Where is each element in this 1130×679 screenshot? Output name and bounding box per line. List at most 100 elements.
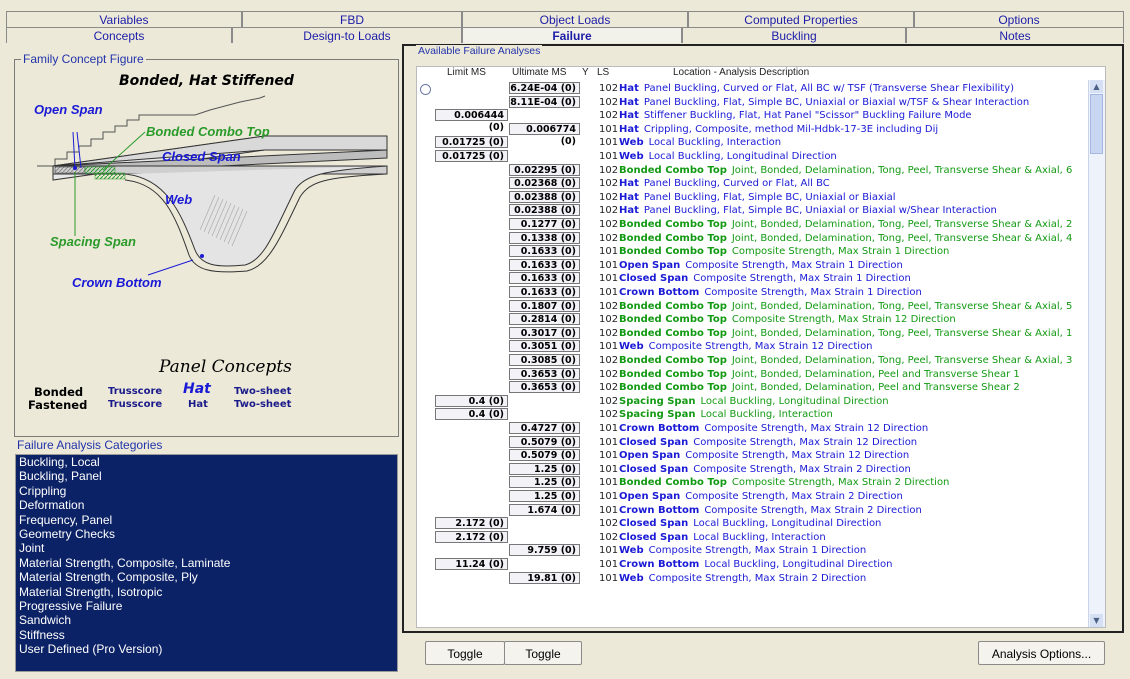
category-item[interactable]: Material Strength, Composite, Laminate [16, 556, 397, 570]
concept-fastened[interactable]: Fastened [28, 398, 87, 412]
table-row[interactable]: 9.759 (0) 101 Web Composite Strength, Max S… [417, 544, 1087, 558]
ultimate-ms-cell[interactable]: 8.11E-04 (0) [509, 95, 580, 108]
toggle-ultimate-button[interactable]: Toggle [504, 641, 582, 665]
table-row[interactable]: 0.1633 (0) 101 Closed Span Composite Streng… [417, 272, 1087, 286]
ultimate-ms-cell[interactable]: 6.24E-04 (0) [509, 82, 580, 94]
category-item[interactable]: Frequency, Panel [16, 513, 397, 527]
table-row[interactable]: 0.006444 (0) 102 Hat Stiffener Buckling, Fl… [417, 109, 1087, 133]
table-row[interactable]: 0.02388 (0) 102 Hat Panel Buckling, Flat, S… [417, 204, 1087, 218]
table-row[interactable]: 0.1807 (0) 102 Bonded Combo Top Joint, Bond… [417, 299, 1087, 314]
header-ls[interactable]: LS [597, 67, 609, 80]
table-row[interactable]: 0.1633 (0) 101 Open Span Composite Strength… [417, 258, 1087, 273]
tab-variables[interactable]: Variables [6, 11, 242, 27]
ultimate-ms-cell[interactable]: 0.02368 (0) [509, 177, 580, 190]
category-item[interactable]: Material Strength, Composite, Ply [16, 570, 397, 584]
toggle-limit-button[interactable]: Toggle [425, 641, 505, 665]
table-row[interactable]: 0.006774 (0) 101 Hat Crippling, Composite, … [417, 122, 1087, 147]
ultimate-ms-cell[interactable]: 0.3653 (0) [509, 367, 580, 380]
limit-ms-cell[interactable]: 0.4 (0) [435, 394, 508, 407]
concept-fastened-trusscore[interactable]: Trusscore [108, 399, 162, 410]
category-item[interactable]: Buckling, Panel [16, 469, 397, 483]
header-limit-ms[interactable]: Limit MS [447, 67, 486, 80]
category-item[interactable]: User Defined (Pro Version) [16, 642, 397, 656]
ultimate-ms-cell[interactable]: 0.006774 (0) [509, 122, 580, 147]
table-row[interactable]: 0.2814 (0) 102 Bonded Combo Top Composite S… [417, 313, 1087, 327]
limit-ms-cell[interactable]: 0.4 (0) [435, 408, 508, 421]
header-ultimate-ms[interactable]: Ultimate MS [512, 67, 566, 80]
table-row[interactable]: 0.1633 (0) 101 Bonded Combo Top Composite S… [417, 245, 1087, 259]
ultimate-ms-cell[interactable]: 0.1633 (0) [509, 258, 580, 271]
table-row[interactable]: 0.02368 (0) 102 Hat Panel Buckling, Curved … [417, 177, 1087, 191]
concept-fastened-two-sheet[interactable]: Two-sheet [234, 399, 291, 410]
ultimate-ms-cell[interactable]: 0.3085 (0) [509, 354, 580, 366]
tab-object-loads[interactable]: Object Loads [462, 11, 688, 27]
table-row[interactable]: 0.4 (0) 102 Spacing Span Local Buckling, In… [417, 408, 1087, 422]
table-row[interactable]: 0.3017 (0) 102 Bonded Combo Top Joint, Bond… [417, 326, 1087, 341]
category-item[interactable]: Sandwich [16, 613, 397, 627]
ultimate-ms-cell[interactable]: 9.759 (0) [509, 544, 580, 557]
ultimate-ms-cell[interactable]: 0.02295 (0) [509, 163, 580, 176]
table-row[interactable]: 0.3085 (0) 102 Bonded Combo Top Joint, Bond… [417, 354, 1087, 368]
ultimate-ms-cell[interactable]: 0.3653 (0) [509, 381, 580, 394]
ultimate-ms-cell[interactable]: 0.1633 (0) [509, 245, 580, 258]
ultimate-ms-cell[interactable]: 0.3051 (0) [509, 340, 580, 353]
table-row[interactable]: 0.1277 (0) 102 Bonded Combo Top Joint, Bond… [417, 218, 1087, 232]
tab-fbd[interactable]: FBD [242, 11, 462, 27]
ultimate-ms-cell[interactable]: 0.5079 (0) [509, 435, 580, 448]
table-row[interactable]: 8.11E-04 (0) 102 Hat Panel Buckling, Flat, … [417, 95, 1087, 110]
category-item[interactable]: Geometry Checks [16, 527, 397, 541]
ultimate-ms-cell[interactable]: 1.25 (0) [509, 490, 580, 502]
ultimate-ms-cell[interactable]: 0.1633 (0) [509, 272, 580, 285]
tab-concepts[interactable]: Concepts [6, 27, 232, 43]
ultimate-ms-cell[interactable]: 0.1807 (0) [509, 299, 580, 312]
ultimate-ms-cell[interactable]: 1.25 (0) [509, 462, 580, 475]
table-row[interactable]: 0.3653 (0) 102 Bonded Combo Top Joint, Bond… [417, 367, 1087, 382]
table-row[interactable]: 6.24E-04 (0) 102 Hat Panel Buckling, Curved… [417, 82, 1087, 96]
scroll-thumb[interactable] [1090, 94, 1103, 154]
ultimate-ms-cell[interactable]: 19.81 (0) [509, 571, 580, 584]
category-item[interactable]: Material Strength, Isotropic [16, 585, 397, 599]
tab-options[interactable]: Options [914, 11, 1124, 27]
concept-bonded-two-sheet[interactable]: Two-sheet [234, 386, 291, 397]
table-row[interactable]: 1.674 (0) 101 Crown Bottom Composite Streng… [417, 503, 1087, 518]
ultimate-ms-cell[interactable]: 0.3017 (0) [509, 326, 580, 339]
table-row[interactable]: 0.3653 (0) 102 Bonded Combo Top Joint, Bond… [417, 381, 1087, 395]
ultimate-ms-cell[interactable]: 0.1633 (0) [509, 286, 580, 298]
table-row[interactable]: 0.5079 (0) 101 Closed Span Composite Streng… [417, 435, 1087, 450]
concept-bonded-trusscore[interactable]: Trusscore [108, 386, 162, 397]
category-item[interactable]: Buckling, Local [16, 455, 397, 469]
tab-buckling[interactable]: Buckling [682, 27, 906, 43]
category-item[interactable]: Progressive Failure [16, 599, 397, 613]
failure-categories-list[interactable]: Buckling, Local Buckling, Panel Cripplin… [15, 454, 398, 672]
ultimate-ms-cell[interactable]: 0.1338 (0) [509, 231, 580, 244]
analysis-options-button[interactable]: Analysis Options... [978, 641, 1105, 665]
vertical-scrollbar[interactable]: ▲ ▼ [1088, 80, 1105, 627]
ultimate-ms-cell[interactable]: 0.1277 (0) [509, 218, 580, 230]
table-row[interactable]: 1.25 (0) 101 Open Span Composite Strength, … [417, 490, 1087, 504]
limit-ms-cell[interactable]: 0.01725 (0) [435, 136, 508, 149]
table-row[interactable]: 2.172 (0) 102 Closed Span Local Buckling, L… [417, 517, 1087, 531]
table-row[interactable]: 0.1633 (0) 101 Crown Bottom Composite Stren… [417, 286, 1087, 300]
table-row[interactable]: 0.01725 (0) 101 Web Local Buckling, Longitu… [417, 150, 1087, 164]
concept-fastened-hat[interactable]: Hat [188, 399, 208, 410]
table-row[interactable]: 0.02388 (0) 102 Hat Panel Buckling, Flat, S… [417, 190, 1087, 205]
limit-ms-cell[interactable]: 0.01725 (0) [435, 150, 508, 162]
category-item[interactable]: Crippling [16, 484, 397, 498]
table-row[interactable]: 0.02295 (0) 102 Bonded Combo Top Joint, Bon… [417, 163, 1087, 178]
scroll-down-icon[interactable]: ▼ [1090, 614, 1103, 627]
concept-bonded[interactable]: Bonded [34, 385, 83, 399]
tab-computed-properties[interactable]: Computed Properties [688, 11, 914, 27]
limit-ms-cell[interactable]: 0.006444 (0) [435, 109, 508, 133]
ultimate-ms-cell[interactable]: 1.674 (0) [509, 503, 580, 516]
limit-ms-cell[interactable]: 11.24 (0) [435, 558, 508, 570]
scroll-up-icon[interactable]: ▲ [1090, 80, 1103, 93]
table-row[interactable]: 0.01725 (0) 101 Web Local Buckling, Interac… [417, 136, 1087, 150]
ultimate-ms-cell[interactable]: 0.02388 (0) [509, 190, 580, 203]
tab-notes[interactable]: Notes [906, 27, 1124, 43]
category-item[interactable]: Joint [16, 541, 397, 555]
table-row[interactable]: 0.5079 (0) 101 Open Span Composite Strength… [417, 449, 1087, 463]
limit-ms-cell[interactable]: 2.172 (0) [435, 530, 508, 543]
limit-ms-cell[interactable]: 2.172 (0) [435, 517, 508, 530]
ultimate-ms-cell[interactable]: 1.25 (0) [509, 476, 580, 489]
table-row[interactable]: 0.3051 (0) 101 Web Composite Strength, Max … [417, 340, 1087, 354]
